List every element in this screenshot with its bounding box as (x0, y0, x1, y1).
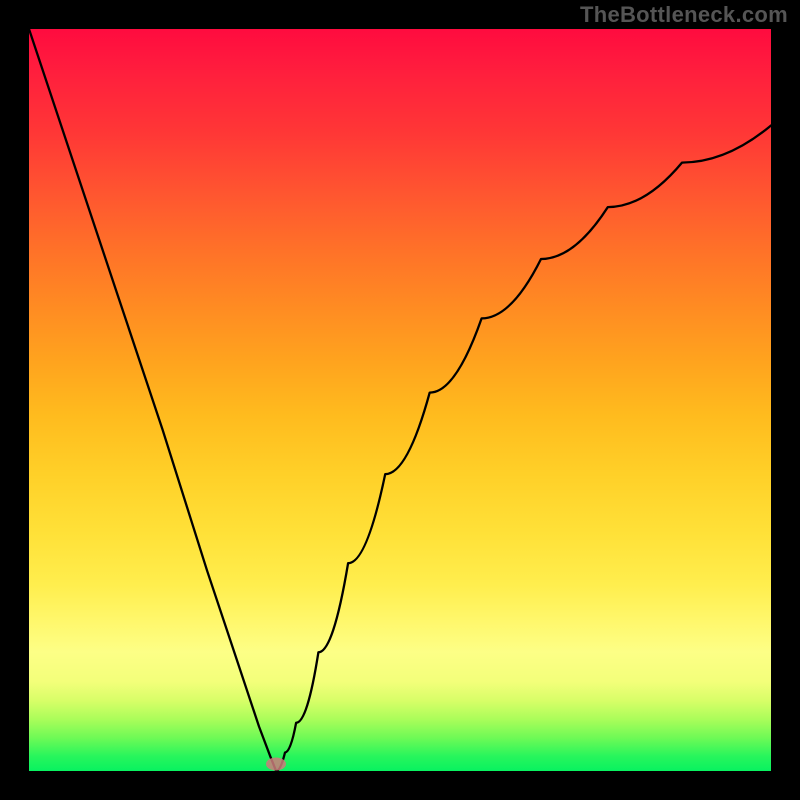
bottleneck-curve (29, 29, 771, 771)
plot-area (29, 29, 771, 771)
curve-layer (29, 29, 771, 771)
watermark-text: TheBottleneck.com (580, 2, 788, 28)
minimum-marker (266, 757, 286, 770)
chart-frame: TheBottleneck.com (0, 0, 800, 800)
